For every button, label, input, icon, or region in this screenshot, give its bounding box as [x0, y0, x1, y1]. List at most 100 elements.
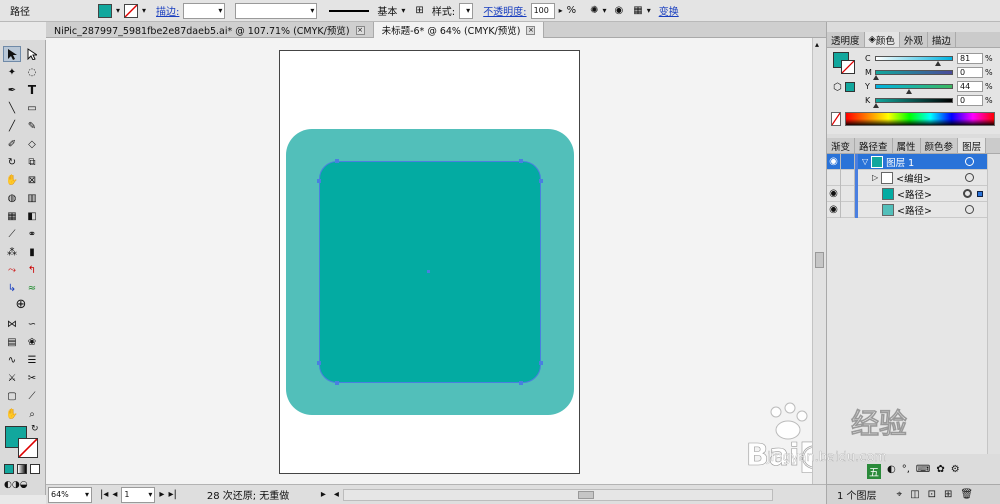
layer-row[interactable]: ▷ <编组> — [827, 169, 1000, 186]
paintbrush-tool-icon[interactable]: ╱ — [3, 118, 21, 134]
anchor-point[interactable] — [519, 159, 523, 163]
swap-colors-icon[interactable]: ↻ — [31, 424, 39, 434]
zoom-tool-icon[interactable]: ⌕ — [23, 406, 41, 422]
target-icon[interactable] — [965, 205, 974, 214]
selection-tool-icon[interactable] — [3, 46, 21, 62]
tab-color[interactable]: ◈ 颜色 — [864, 32, 900, 47]
eye-icon[interactable]: ◉ — [827, 153, 841, 170]
eye-icon[interactable] — [827, 169, 841, 186]
magenta-value[interactable]: 0 — [957, 66, 983, 78]
next-artboard-icon[interactable]: ▸ — [159, 489, 164, 500]
liquify-tool-icon[interactable]: ❀ — [23, 334, 41, 350]
out-of-gamut-icon[interactable]: ⬡ — [833, 82, 842, 93]
new-layer-icon[interactable]: ⊞ — [944, 489, 952, 500]
doc-tab-2[interactable]: 未标题-6* @ 64% (CMYK/预览) × — [373, 22, 545, 38]
scroll-up-icon[interactable]: ▴ — [815, 40, 819, 49]
yellow-value[interactable]: 44 — [957, 80, 983, 92]
stroke-weight-field[interactable]: ▾ — [183, 2, 226, 19]
black-slider-thumb[interactable] — [873, 102, 879, 108]
last-artboard-icon[interactable]: ▸| — [168, 489, 176, 500]
slice-tool-icon[interactable]: ⋈ — [3, 316, 21, 332]
black-slider[interactable] — [873, 97, 953, 108]
tab-appearance[interactable]: 外观 — [900, 32, 928, 47]
mesh-tool-icon[interactable]: ▦ — [3, 208, 21, 224]
gradient-tool-icon[interactable]: ◧ — [23, 208, 41, 224]
anchor-point[interactable] — [317, 361, 321, 365]
lock-toggle[interactable] — [841, 169, 855, 186]
blend-tool-icon[interactable]: ⚭ — [23, 226, 41, 242]
stroke-swatch[interactable] — [124, 3, 139, 18]
yellow-slider-thumb[interactable] — [906, 88, 913, 94]
artboard-tool-icon[interactable]: ⊕ — [12, 296, 30, 312]
rotate-tool-icon[interactable]: ↻ — [3, 154, 21, 170]
layer-row[interactable]: ◉ ▽ 图层 1 — [827, 153, 1000, 170]
layer-row[interactable]: ◉ <路径> — [827, 201, 1000, 218]
cyan-value[interactable]: 81 — [957, 52, 983, 64]
free-transform-tool-icon[interactable]: ⊠ — [23, 172, 41, 188]
inner-rounded-rectangle[interactable] — [319, 161, 541, 383]
graphic-style-icon[interactable]: ⊞ — [415, 5, 423, 16]
fill-dropdown-icon[interactable]: ▾ — [116, 6, 120, 15]
gradient-mode-icon[interactable] — [17, 464, 27, 474]
align-icon[interactable]: ▦ — [633, 5, 642, 16]
wave-tool-icon[interactable]: ∿ — [3, 352, 21, 368]
canvas-area[interactable]: Bai◙du — [46, 38, 872, 484]
stroke-dropdown-icon[interactable]: ▾ — [142, 6, 146, 15]
lasso-tool-icon[interactable]: ◌ — [23, 64, 41, 80]
settings-icon[interactable]: ⚙ — [951, 464, 960, 479]
tab-pathfinder[interactable]: 路径查 — [855, 138, 893, 153]
tab-attributes[interactable]: 属性 — [893, 138, 921, 153]
lock-toggle[interactable] — [841, 185, 855, 202]
magenta-slider[interactable] — [873, 69, 953, 80]
none-color-icon[interactable] — [831, 112, 841, 126]
anchor-point[interactable] — [335, 381, 339, 385]
cyan-slider[interactable] — [875, 55, 953, 66]
eye-icon[interactable]: ◉ — [827, 201, 841, 218]
hand-tool-icon[interactable]: ✋ — [3, 406, 21, 422]
target-selected-icon[interactable] — [963, 189, 972, 198]
anchor-point[interactable] — [317, 179, 321, 183]
opacity-field[interactable]: 100 — [530, 2, 555, 19]
perspective-grid-tool-icon[interactable]: ▥ — [23, 190, 41, 206]
stroke-color-box[interactable] — [18, 438, 38, 458]
warp-tool-icon[interactable]: ✋ — [3, 172, 21, 188]
smooth-tool-icon[interactable]: ≈ — [23, 280, 41, 296]
anchor-point[interactable] — [539, 361, 543, 365]
magic-wand-tool-icon[interactable]: ✦ — [3, 64, 21, 80]
variable-width-field[interactable]: ▾ — [235, 2, 318, 19]
column-graph-tool-icon[interactable]: ▮ — [23, 244, 41, 260]
line-tool-icon[interactable]: ╲ — [3, 100, 21, 116]
knife-tool-icon[interactable]: ⚔ — [3, 370, 21, 386]
color-mode-icon[interactable] — [4, 464, 14, 474]
new-sublayer-icon[interactable]: ⊡ — [928, 489, 936, 500]
magenta-slider-thumb[interactable] — [873, 74, 879, 80]
first-artboard-icon[interactable]: |◂ — [100, 489, 108, 500]
tab-transparency[interactable]: 透明度 — [827, 32, 865, 47]
status-menu-icon[interactable]: ▸ — [321, 489, 326, 500]
width-tool-icon[interactable]: ⤳ — [3, 262, 21, 278]
scissors-tool-icon[interactable]: ✂ — [23, 370, 41, 386]
shape-builder-tool-icon[interactable]: ◍ — [3, 190, 21, 206]
target-icon[interactable] — [965, 173, 974, 182]
layer-row[interactable]: ◉ <路径> — [827, 185, 1000, 202]
close-icon[interactable]: × — [526, 25, 536, 35]
selection-indicator[interactable] — [977, 191, 983, 197]
language-icon[interactable]: 五 — [867, 464, 881, 479]
recolor-dropdown-icon[interactable]: ▾ — [602, 6, 606, 15]
skin-icon[interactable]: ✿ — [936, 464, 944, 479]
pen-tool-icon[interactable]: ✒ — [3, 82, 21, 98]
recolor-icon[interactable]: ✺ — [590, 5, 598, 16]
align-dropdown-icon[interactable]: ▾ — [647, 6, 651, 15]
envelope-tool-icon[interactable]: ∽ — [23, 316, 41, 332]
zoom-field[interactable]: 64% ▾ — [48, 486, 92, 503]
chart-tool-icon[interactable]: ▤ — [3, 334, 21, 350]
punctuation-icon[interactable]: °, — [902, 464, 910, 479]
none-mode-icon[interactable] — [30, 464, 40, 474]
layer-name[interactable]: <路径> — [897, 187, 932, 201]
expand-arrow-icon[interactable]: ▷ — [872, 173, 878, 182]
web-safe-swatch[interactable] — [845, 82, 855, 92]
lock-toggle[interactable] — [841, 153, 855, 170]
direct-selection-tool-icon[interactable] — [23, 46, 41, 62]
lock-toggle[interactable] — [841, 201, 855, 218]
yellow-slider[interactable] — [875, 83, 953, 94]
